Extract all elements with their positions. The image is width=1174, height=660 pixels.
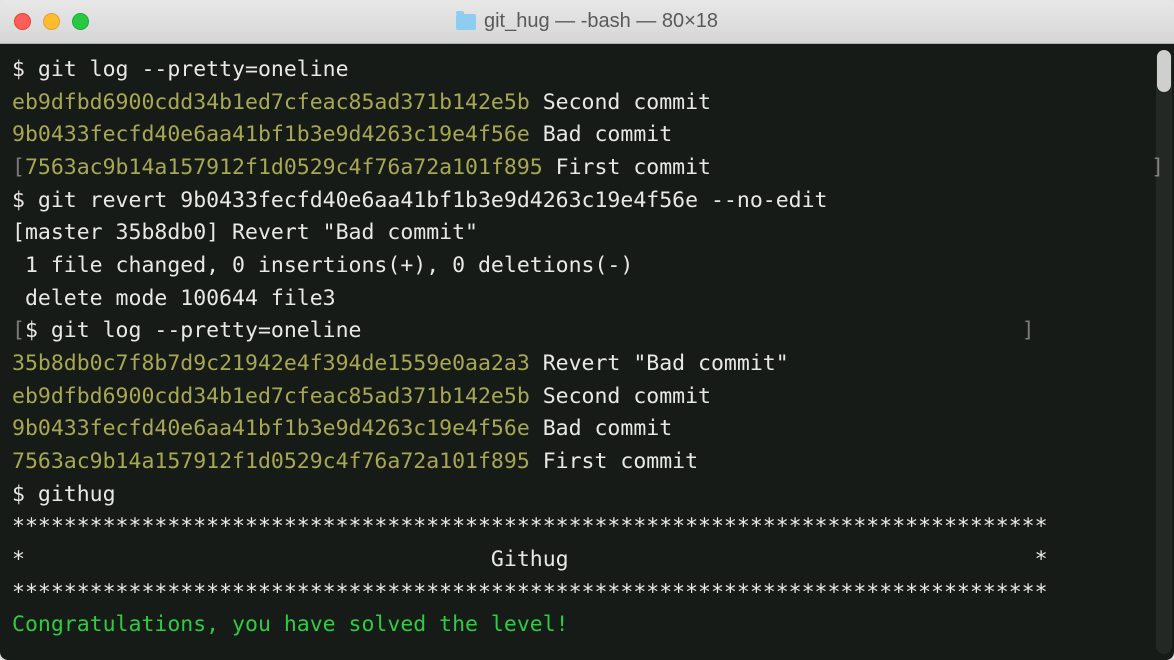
banner-line: * Githug * [12, 544, 1148, 577]
terminal-content: $ git log --pretty=oneline eb9dfbd6900cd… [12, 54, 1170, 642]
prompt-text: $ git log --pretty=oneline [25, 318, 362, 343]
prompt-line: $ githug [12, 479, 1148, 512]
commit-msg: First commit [543, 155, 711, 180]
bracket-open: [ [12, 155, 25, 180]
log-line: eb9dfbd6900cdd34b1ed7cfeac85ad371b142e5b… [12, 87, 1148, 120]
log-line: 9b0433fecfd40e6aa41bf1b3e9d4263c19e4f56e… [12, 413, 1148, 446]
commit-msg: Revert "Bad commit" [530, 351, 789, 376]
bracket-close: ] [362, 318, 1035, 343]
close-button[interactable] [14, 13, 31, 30]
log-line: 35b8db0c7f8b7d9c21942e4f394de1559e0aa2a3… [12, 348, 1148, 381]
titlebar[interactable]: git_hug — -bash — 80×18 [0, 0, 1174, 44]
prompt-text: $ git revert 9b0433fecfd40e6aa41bf1b3e9d… [12, 188, 827, 213]
maximize-button[interactable] [72, 13, 89, 30]
log-line: 7563ac9b14a157912f1d0529c4f76a72a101f895… [12, 446, 1148, 479]
log-line: eb9dfbd6900cdd34b1ed7cfeac85ad371b142e5b… [12, 381, 1148, 414]
log-line: 9b0433fecfd40e6aa41bf1b3e9d4263c19e4f56e… [12, 119, 1148, 152]
terminal-window: git_hug — -bash — 80×18 $ git log --pret… [0, 0, 1174, 660]
log-line: [7563ac9b14a157912f1d0529c4f76a72a101f89… [12, 152, 1148, 185]
folder-icon [456, 14, 476, 30]
output-text: [master 35b8db0] Revert "Bad commit" [12, 220, 478, 245]
bracket-open: [ [12, 318, 25, 343]
commit-hash: 7563ac9b14a157912f1d0529c4f76a72a101f895 [25, 155, 543, 180]
congrats-text: Congratulations, you have solved the lev… [12, 612, 569, 637]
banner-stars: ****************************************… [12, 514, 1048, 539]
commit-hash: eb9dfbd6900cdd34b1ed7cfeac85ad371b142e5b [12, 384, 530, 409]
prompt-line: $ git log --pretty=oneline [12, 54, 1148, 87]
output-text: 1 file changed, 0 insertions(+), 0 delet… [12, 253, 633, 278]
banner-stars: ****************************************… [12, 580, 1048, 605]
prompt-text: $ githug [12, 482, 116, 507]
banner-mid: * Githug * [12, 547, 1048, 572]
prompt-text: $ git log --pretty=oneline [12, 57, 349, 82]
banner-line: ****************************************… [12, 577, 1148, 610]
output-line: 1 file changed, 0 insertions(+), 0 delet… [12, 250, 1148, 283]
commit-hash: 7563ac9b14a157912f1d0529c4f76a72a101f895 [12, 449, 530, 474]
commit-hash: 35b8db0c7f8b7d9c21942e4f394de1559e0aa2a3 [12, 351, 530, 376]
commit-msg: Bad commit [530, 122, 672, 147]
commit-msg: Second commit [530, 384, 711, 409]
banner-line: ****************************************… [12, 511, 1148, 544]
output-text: delete mode 100644 file3 [12, 286, 336, 311]
output-line: [master 35b8db0] Revert "Bad commit" [12, 217, 1148, 250]
commit-msg: Bad commit [530, 416, 672, 441]
commit-hash: 9b0433fecfd40e6aa41bf1b3e9d4263c19e4f56e [12, 416, 530, 441]
output-line: delete mode 100644 file3 [12, 283, 1148, 316]
traffic-lights [14, 13, 89, 30]
window-title-wrap: git_hug — -bash — 80×18 [456, 10, 718, 33]
commit-hash: 9b0433fecfd40e6aa41bf1b3e9d4263c19e4f56e [12, 122, 530, 147]
prompt-line: $ git revert 9b0433fecfd40e6aa41bf1b3e9d… [12, 185, 1148, 218]
congrats-line: Congratulations, you have solved the lev… [12, 609, 1148, 642]
commit-msg: First commit [530, 449, 698, 474]
window-title: git_hug — -bash — 80×18 [484, 10, 718, 33]
terminal-body[interactable]: $ git log --pretty=oneline eb9dfbd6900cd… [0, 44, 1174, 660]
commit-hash: eb9dfbd6900cdd34b1ed7cfeac85ad371b142e5b [12, 90, 530, 115]
prompt-line: [$ git log --pretty=oneline ] [12, 315, 1148, 348]
commit-msg: Second commit [530, 90, 711, 115]
bracket-close: ] [711, 155, 1164, 180]
minimize-button[interactable] [43, 13, 60, 30]
scrollbar-track[interactable] [1156, 50, 1172, 654]
scrollbar-thumb[interactable] [1157, 50, 1171, 92]
